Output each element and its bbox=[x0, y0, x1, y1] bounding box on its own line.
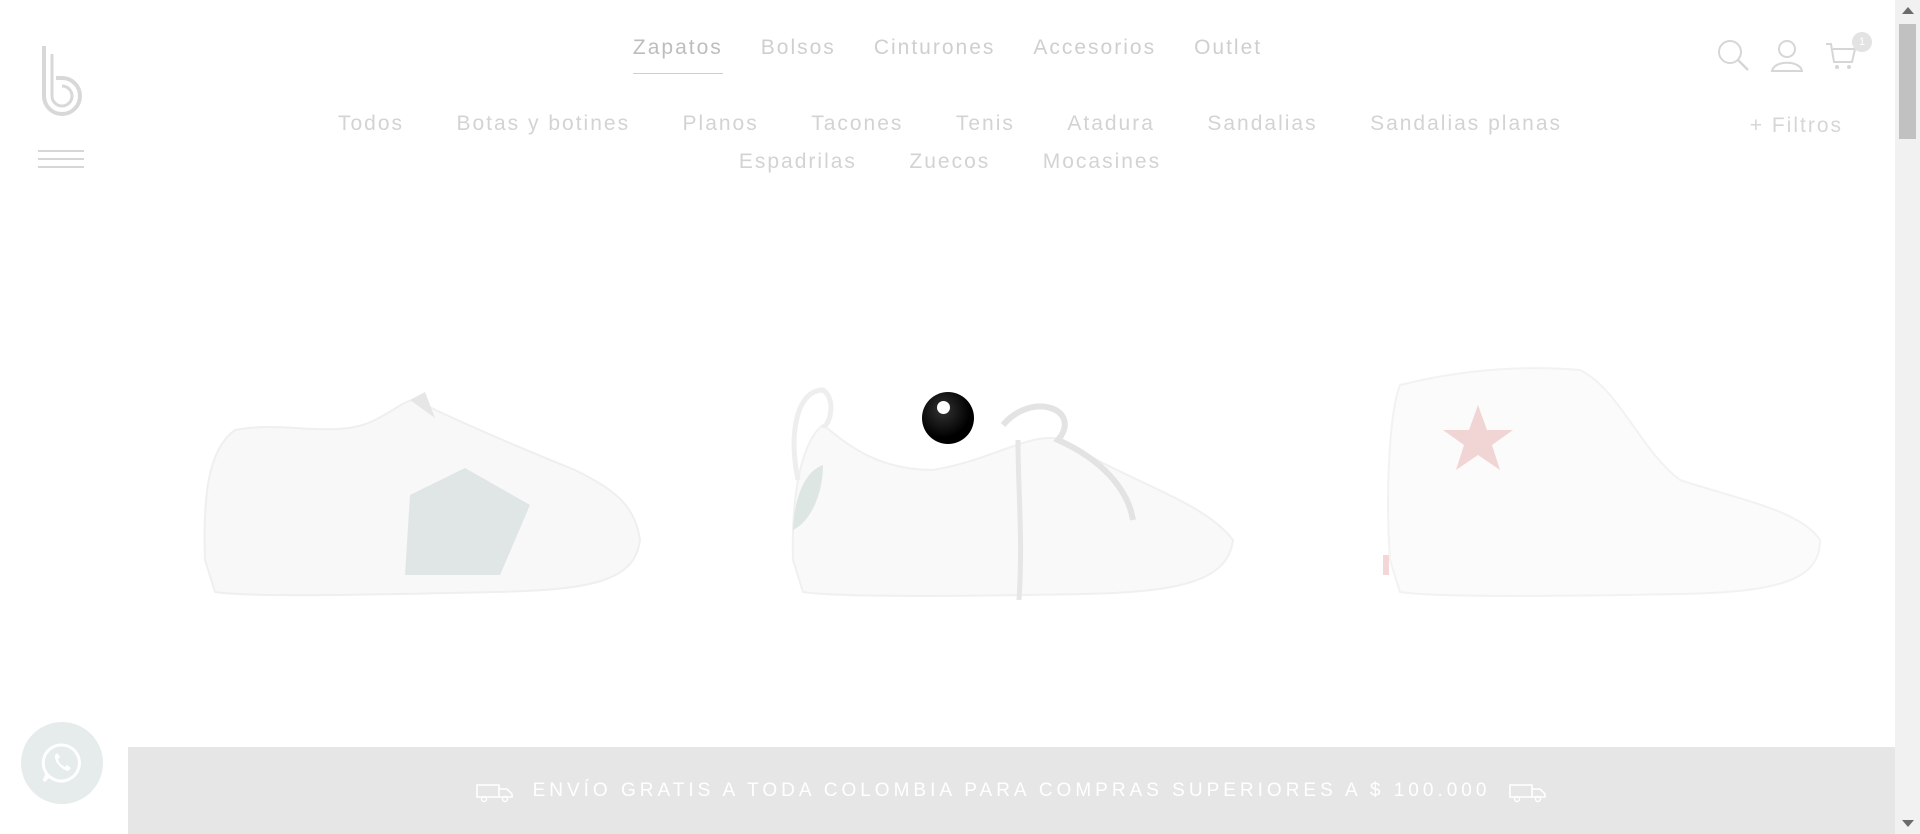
product-card[interactable] bbox=[783, 330, 1243, 630]
subnav-item-sandalias[interactable]: Sandalias bbox=[1207, 106, 1317, 142]
shipping-banner-text: ENVÍO GRATIS A TODA COLOMBIA PARA COMPRA… bbox=[532, 779, 1491, 801]
subnav-item-tacones[interactable]: Tacones bbox=[811, 106, 903, 142]
truck-icon bbox=[475, 783, 513, 802]
subnav-item-botas-y-botines[interactable]: Botas y botines bbox=[456, 106, 630, 142]
cart-icon[interactable]: 1 bbox=[1824, 32, 1872, 72]
subnav-item-mocasines[interactable]: Mocasines bbox=[1043, 144, 1161, 180]
subcategory-nav: Todos Botas y botines Planos Tacones Ten… bbox=[230, 106, 1670, 182]
nav-item-outlet[interactable]: Outlet bbox=[1194, 36, 1262, 74]
nav-item-cinturones[interactable]: Cinturones bbox=[874, 36, 996, 74]
cart-count-badge: 1 bbox=[1852, 32, 1872, 52]
loading-spinner bbox=[922, 392, 974, 444]
product-card[interactable] bbox=[195, 330, 655, 630]
header-actions: 1 bbox=[1716, 32, 1872, 72]
truck-icon bbox=[1509, 783, 1547, 802]
nav-item-accesorios[interactable]: Accesorios bbox=[1033, 36, 1156, 74]
nav-item-bolsos[interactable]: Bolsos bbox=[761, 36, 836, 74]
whatsapp-button[interactable] bbox=[21, 722, 103, 804]
filters-button[interactable]: + Filtros bbox=[1750, 114, 1843, 138]
product-image bbox=[791, 387, 1235, 601]
subnav-item-sandalias-planas[interactable]: Sandalias planas bbox=[1370, 106, 1562, 142]
shipping-banner: ENVÍO GRATIS A TODA COLOMBIA PARA COMPRA… bbox=[128, 747, 1895, 834]
search-icon[interactable] bbox=[1716, 38, 1750, 72]
subnav-item-espadrilas[interactable]: Espadrilas bbox=[739, 144, 857, 180]
subnav-item-atadura[interactable]: Atadura bbox=[1067, 106, 1155, 142]
main-nav: Zapatos Bolsos Cinturones Accesorios Out… bbox=[0, 36, 1895, 74]
subnav-item-planos[interactable]: Planos bbox=[683, 106, 759, 142]
subnav-item-todos[interactable]: Todos bbox=[338, 106, 404, 142]
menu-hamburger-button[interactable] bbox=[38, 150, 84, 172]
user-icon[interactable] bbox=[1770, 38, 1804, 72]
nav-item-zapatos[interactable]: Zapatos bbox=[632, 36, 723, 74]
scroll-down-arrow[interactable] bbox=[1902, 820, 1914, 827]
subnav-item-zuecos[interactable]: Zuecos bbox=[909, 144, 990, 180]
product-image bbox=[203, 392, 642, 597]
product-image bbox=[1383, 367, 1822, 597]
scroll-up-arrow[interactable] bbox=[1902, 7, 1914, 14]
page-scrollbar[interactable] bbox=[1895, 0, 1920, 834]
subnav-item-tenis[interactable]: Tenis bbox=[956, 106, 1015, 142]
scroll-thumb[interactable] bbox=[1899, 24, 1916, 139]
product-card[interactable] bbox=[1380, 330, 1840, 630]
whatsapp-icon bbox=[41, 743, 81, 783]
